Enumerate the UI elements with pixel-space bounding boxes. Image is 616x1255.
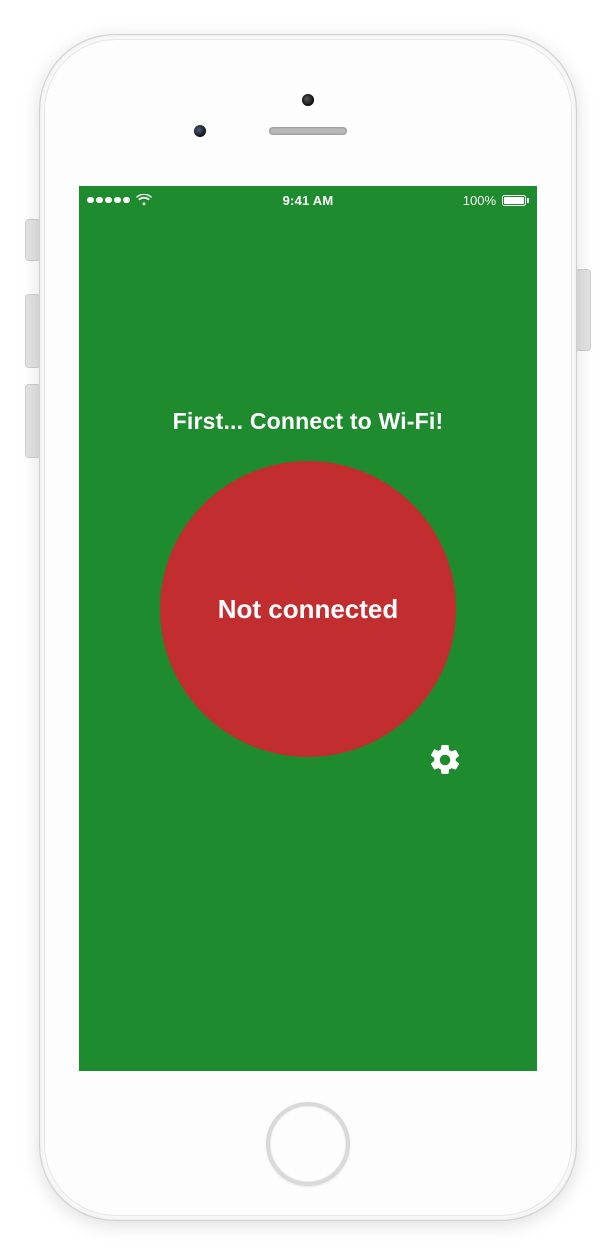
volume-up-button [26,295,40,367]
power-button [576,270,590,350]
earpiece-speaker [269,127,347,135]
status-bar-right: 100% [463,193,529,208]
instruction-heading: First... Connect to Wi-Fi! [79,408,537,435]
home-button[interactable] [266,1102,350,1186]
mute-switch [26,220,40,260]
connection-status-circle[interactable]: Not connected [160,461,456,757]
battery-icon [502,195,529,206]
connection-status-label: Not connected [218,594,399,625]
volume-down-button [26,385,40,457]
settings-button[interactable] [427,742,463,778]
status-bar: 9:41 AM 100% [79,186,537,214]
status-bar-left [87,194,152,206]
front-camera [302,94,314,106]
proximity-sensor [194,125,206,137]
device-frame: 9:41 AM 100% First... Connect to Wi-Fi! … [40,35,576,1220]
cellular-signal-icon [87,197,130,204]
device-bezel: 9:41 AM 100% First... Connect to Wi-Fi! … [44,39,572,1216]
gear-icon [427,742,463,778]
battery-percentage: 100% [463,193,496,208]
wifi-icon [136,194,152,206]
screen: 9:41 AM 100% First... Connect to Wi-Fi! … [79,186,537,1071]
